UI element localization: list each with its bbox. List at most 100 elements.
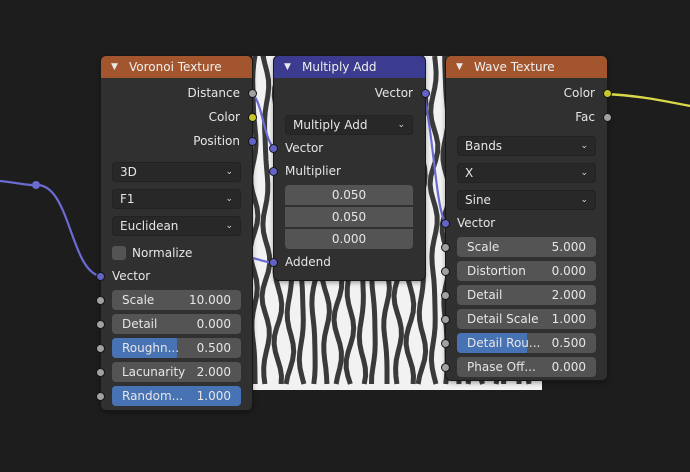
wave-field-socket[interactable] <box>441 267 450 276</box>
wave-field-detail[interactable]: Detail 2.000 <box>457 285 596 305</box>
wave-texture-node[interactable]: ▼ Wave Texture Color Fac Bands ⌄ X ⌄ Sine ⌄… <box>441 56 612 380</box>
wave-color-socket[interactable] <box>603 89 612 98</box>
voronoi-vector-input-socket[interactable] <box>96 272 105 281</box>
wave-direction-dropdown[interactable]: X ⌄ <box>457 163 596 183</box>
voronoi-output-distance: Distance <box>187 86 240 100</box>
field-label: Phase Off... <box>467 360 536 374</box>
voronoi-field-socket[interactable] <box>96 368 105 377</box>
field-label: Scale <box>467 240 500 254</box>
field-value: 2.000 <box>551 288 586 302</box>
wave-field-detail-scale[interactable]: Detail Scale 1.000 <box>457 309 596 329</box>
multiplier-y-field[interactable]: 0.050 <box>285 207 413 227</box>
chevron-down-icon: ⌄ <box>580 195 588 205</box>
voronoi-field-socket[interactable] <box>96 296 105 305</box>
voronoi-vector-input-label: Vector <box>112 269 151 283</box>
multiply-add-output-vector: Vector <box>374 86 413 100</box>
wave-field-detail-rou[interactable]: Detail Rou... 0.500 <box>457 333 596 353</box>
multiplier-z-field[interactable]: 0.000 <box>285 229 413 249</box>
wave-output-fac: Fac <box>575 110 595 124</box>
field-label: Scale <box>122 293 155 307</box>
field-label: Detail <box>122 317 158 331</box>
wave-field-phase-off[interactable]: Phase Off... 0.000 <box>457 357 596 377</box>
voronoi-field-scale[interactable]: Scale 10.000 <box>112 290 241 310</box>
wave-vector-label: Vector <box>457 216 496 230</box>
multiply-add-output-socket[interactable] <box>421 89 430 98</box>
normalize-label: Normalize <box>132 246 193 260</box>
multiply-add-addend-label: Addend <box>285 255 331 269</box>
wave-vector-input-socket[interactable] <box>441 219 450 228</box>
wave-node-header[interactable]: ▼ Wave Texture <box>446 56 607 78</box>
chevron-down-icon[interactable]: ▼ <box>284 62 296 72</box>
chevron-down-icon: ⌄ <box>225 221 233 231</box>
wave-type-dropdown[interactable]: Bands ⌄ <box>457 136 596 156</box>
multiply-add-operation-dropdown[interactable]: Multiply Add ⌄ <box>285 115 413 135</box>
field-value: 0.000 <box>551 264 586 278</box>
chevron-down-icon: ⌄ <box>397 120 405 130</box>
voronoi-field-lacunarity[interactable]: Lacunarity 2.000 <box>112 362 241 382</box>
voronoi-distance-dropdown[interactable]: Euclidean ⌄ <box>112 216 241 236</box>
multiply-add-node[interactable]: ▼ Multiply Add Vector Multiply Add ⌄ Vect… <box>269 56 430 280</box>
field-value: 0.000 <box>551 360 586 374</box>
voronoi-field-socket[interactable] <box>96 344 105 353</box>
voronoi-normalize-checkbox-row[interactable]: Normalize <box>112 243 192 263</box>
wave-node-title: Wave Texture <box>474 60 555 74</box>
wave-field-distortion[interactable]: Distortion 0.000 <box>457 261 596 281</box>
voronoi-field-roughn[interactable]: Roughn... 0.500 <box>112 338 241 358</box>
voronoi-field-socket[interactable] <box>96 392 105 401</box>
wave-field-socket[interactable] <box>441 339 450 348</box>
chevron-down-icon[interactable]: ▼ <box>111 62 123 72</box>
multiply-add-addend-socket[interactable] <box>269 258 278 267</box>
field-label: Lacunarity <box>122 365 186 379</box>
multiplier-vector-fields[interactable]: 0.050 0.050 0.000 <box>285 185 413 251</box>
field-value: 2.000 <box>196 365 231 379</box>
voronoi-node-header[interactable]: ▼ Voronoi Texture <box>101 56 252 78</box>
voronoi-field-detail[interactable]: Detail 0.000 <box>112 314 241 334</box>
wave-field-socket[interactable] <box>441 363 450 372</box>
node-editor-canvas[interactable]: ▼ Voronoi Texture Distance Color Positio… <box>0 0 690 472</box>
field-value: 0.000 <box>196 317 231 331</box>
field-label: Random... <box>122 389 184 403</box>
chevron-down-icon: ⌄ <box>225 167 233 177</box>
multiplier-x-field[interactable]: 0.050 <box>285 185 413 205</box>
field-value: 1.000 <box>196 389 231 403</box>
multiply-add-multiplier-label: Multiplier <box>285 164 341 178</box>
field-value: 5.000 <box>551 240 586 254</box>
wave-field-scale[interactable]: Scale 5.000 <box>457 237 596 257</box>
wave-field-socket[interactable] <box>441 315 450 324</box>
voronoi-output-color: Color <box>208 110 240 124</box>
field-value: 0.500 <box>196 341 231 355</box>
voronoi-output-position: Position <box>193 134 240 148</box>
voronoi-node-title: Voronoi Texture <box>129 60 222 74</box>
field-label: Detail <box>467 288 503 302</box>
field-label: Roughn... <box>122 341 180 355</box>
chevron-down-icon[interactable]: ▼ <box>456 62 468 72</box>
multiply-add-vector-input-socket[interactable] <box>269 144 278 153</box>
wave-field-socket[interactable] <box>441 243 450 252</box>
multiply-add-multiplier-socket[interactable] <box>269 167 278 176</box>
multiply-add-node-title: Multiply Add <box>302 60 377 74</box>
wave-profile-dropdown[interactable]: Sine ⌄ <box>457 190 596 210</box>
voronoi-distance-socket[interactable] <box>248 89 257 98</box>
voronoi-dimensions-dropdown[interactable]: 3D ⌄ <box>112 162 241 182</box>
voronoi-color-socket[interactable] <box>248 113 257 122</box>
wave-output-color: Color <box>563 86 595 100</box>
wave-field-socket[interactable] <box>441 291 450 300</box>
voronoi-feature-dropdown[interactable]: F1 ⌄ <box>112 189 241 209</box>
field-value: 0.500 <box>551 336 586 350</box>
chevron-down-icon: ⌄ <box>225 194 233 204</box>
field-label: Detail Rou... <box>467 336 541 350</box>
multiply-add-vector-label: Vector <box>285 141 324 155</box>
field-value: 10.000 <box>189 293 231 307</box>
field-label: Distortion <box>467 264 526 278</box>
chevron-down-icon: ⌄ <box>580 168 588 178</box>
voronoi-position-socket[interactable] <box>248 137 257 146</box>
chevron-down-icon: ⌄ <box>580 141 588 151</box>
multiply-add-node-header[interactable]: ▼ Multiply Add <box>274 56 425 78</box>
wave-fac-socket[interactable] <box>603 113 612 122</box>
voronoi-texture-node[interactable]: ▼ Voronoi Texture Distance Color Positio… <box>96 56 257 410</box>
checkbox-icon[interactable] <box>112 246 126 260</box>
voronoi-field-random[interactable]: Random... 1.000 <box>112 386 241 406</box>
voronoi-field-socket[interactable] <box>96 320 105 329</box>
field-value: 1.000 <box>551 312 586 326</box>
field-label: Detail Scale <box>467 312 539 326</box>
